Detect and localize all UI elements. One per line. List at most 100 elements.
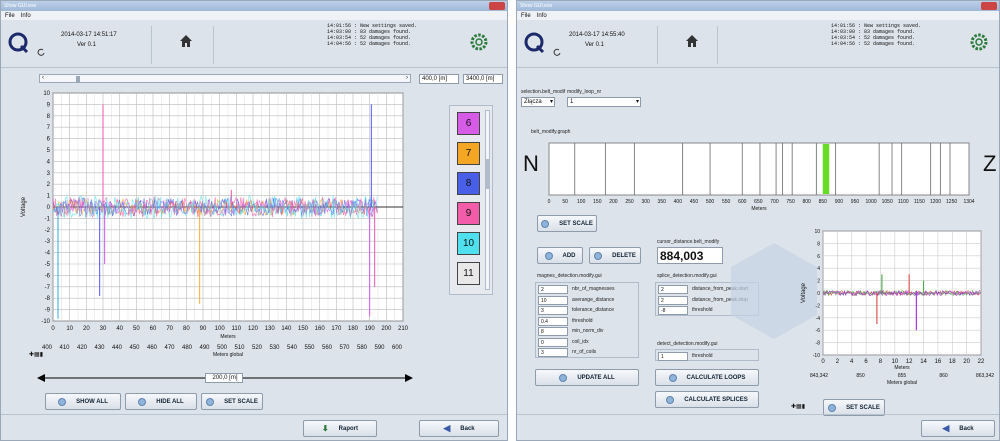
right-menu-info[interactable]: Info xyxy=(537,13,547,19)
channel-button-8[interactable]: 8 xyxy=(457,172,480,195)
param-name: coil_idx xyxy=(572,338,589,345)
right-window: Show GUI.exe File Info 2014-03-17 14:55:… xyxy=(516,0,1000,441)
y-tick-label: 4 xyxy=(47,159,51,165)
right-window-title: Show GUI.exe xyxy=(520,3,553,9)
hide-all-button[interactable]: HIDE ALL xyxy=(125,393,197,410)
param-value-field[interactable]: 0.4 xyxy=(538,316,568,326)
home-icon[interactable] xyxy=(685,34,699,48)
button-icon xyxy=(544,251,553,260)
width-field[interactable]: 200,0 [m] xyxy=(205,373,243,383)
left-menu-info[interactable]: Info xyxy=(21,13,31,19)
range-right-field[interactable]: 3400,0 [m] xyxy=(463,74,503,84)
update-all-button[interactable]: UPDATE ALL xyxy=(535,369,639,386)
button-icon xyxy=(138,397,147,406)
x-tick-label: 80 xyxy=(183,326,190,332)
raport-button[interactable]: ⬇ Raport xyxy=(303,420,377,437)
param-name: min_norm_div xyxy=(572,328,604,334)
param-value-field[interactable]: 0 xyxy=(538,337,568,347)
belt-tick-label: 350 xyxy=(658,199,667,205)
x-tick-label: 150 xyxy=(298,326,309,332)
param-value-field[interactable]: -8 xyxy=(658,306,688,315)
delete-button[interactable]: DELETE xyxy=(589,247,641,264)
cursor-distance-field[interactable]: 884,003 xyxy=(657,247,723,264)
magnes-title: magnes_detection.modify.gui xyxy=(537,273,602,279)
add-button[interactable]: ADD xyxy=(537,247,583,264)
left-header: 2014-03-17 14:51:17 Ver 0.1 14:01:56 : N… xyxy=(1,20,507,68)
param-value-field[interactable]: 10 xyxy=(538,295,568,305)
y-tick-label: 7 xyxy=(47,125,51,131)
param-name: nr_of_coils xyxy=(572,349,597,355)
logo-icon xyxy=(8,32,29,54)
global-tick-label: 863,342 xyxy=(976,373,994,379)
home-icon[interactable] xyxy=(179,34,193,48)
calculate-splices-button[interactable]: CALCULATE SPLICES xyxy=(655,391,759,408)
x-tick-label: 160 xyxy=(315,326,326,332)
x2-tick-label: 430 xyxy=(94,345,105,351)
x2-tick-label: 440 xyxy=(112,345,123,351)
magnes-params: 2 nbr_of_magnesses 10 averange_distance 3 tol… xyxy=(535,282,639,358)
channel-button-6[interactable]: 6 xyxy=(457,112,480,135)
gear-icon[interactable] xyxy=(469,32,489,52)
selection-belt-value: Złącza xyxy=(524,99,542,105)
slider-right-arrow[interactable]: › xyxy=(406,75,408,81)
show-all-button[interactable]: SHOW ALL xyxy=(45,393,121,410)
event-log: 14:01:56 : New settings saved. 14:03:00 … xyxy=(327,23,418,47)
refresh-icon[interactable] xyxy=(553,48,561,56)
selection-belt-select[interactable]: Złącza ▾ xyxy=(521,97,555,107)
x2-tick-label: 450 xyxy=(129,345,140,351)
left-close-button[interactable] xyxy=(489,2,505,10)
cursor-distance-label: cursor_distance.belt_modify xyxy=(657,239,720,245)
belt-tick-label: 1200 xyxy=(930,199,941,205)
belt-tick-label: 950 xyxy=(851,199,860,205)
x-tick-label: 120 xyxy=(248,326,259,332)
channel-button-9[interactable]: 9 xyxy=(457,202,480,225)
channel-button-11[interactable]: 11 xyxy=(457,262,480,285)
belt-tick-label: 250 xyxy=(625,199,634,205)
range-slider[interactable]: ‹ › xyxy=(39,74,411,83)
back-button[interactable]: ◀ Back xyxy=(419,420,499,437)
slider-left-arrow[interactable]: ‹ xyxy=(42,75,44,81)
channel-button-10[interactable]: 10 xyxy=(457,232,480,255)
version-label: Ver 0.1 xyxy=(585,42,605,48)
slider-thumb[interactable] xyxy=(76,76,80,82)
calculate-loops-label: CALCULATE LOOPS xyxy=(686,374,746,381)
y-tick-label: -6 xyxy=(45,273,51,279)
chart-tools[interactable]: ✚▦▮ xyxy=(29,351,53,359)
channel-button-7[interactable]: 7 xyxy=(457,142,480,165)
datetime-label: 2014-03-17 14:55:40 xyxy=(569,32,625,38)
gear-icon[interactable] xyxy=(969,32,989,52)
channel-scrollbar[interactable] xyxy=(485,110,490,290)
param-value-field[interactable]: 3 xyxy=(538,348,568,357)
belt-tick-label: 50 xyxy=(562,199,568,205)
back-button[interactable]: ◀ Back xyxy=(921,420,995,437)
right-close-button[interactable] xyxy=(981,2,997,10)
y-tick-label: 6 xyxy=(47,137,51,143)
param-value-field[interactable]: 2 xyxy=(538,285,568,294)
right-menu-file[interactable]: File xyxy=(521,13,531,19)
raport-icon: ⬇ xyxy=(321,424,329,433)
modify-loop-select[interactable]: 1 ▾ xyxy=(567,97,641,107)
scroll-thumb[interactable] xyxy=(486,159,489,189)
x2-tick-label: 460 xyxy=(147,345,158,351)
refresh-icon[interactable] xyxy=(37,48,45,56)
param-value-field[interactable]: 8 xyxy=(538,327,568,336)
left-menu-file[interactable]: File xyxy=(5,13,15,19)
x2-tick-label: 600 xyxy=(392,345,403,351)
x2-tick-label: 510 xyxy=(234,345,245,351)
param-value-field[interactable]: 3 xyxy=(538,306,568,315)
range-left-field[interactable]: 400,0 [m] xyxy=(419,74,459,84)
param-value-field[interactable]: 1 xyxy=(658,352,688,361)
x2-tick-label: 410 xyxy=(59,345,70,351)
chart-tools[interactable]: ✚▦▮ xyxy=(791,403,815,411)
belt-tick-label: 1050 xyxy=(882,199,893,205)
param-value-field[interactable]: 2 xyxy=(658,285,688,294)
set-scale-button[interactable]: SET SCALE xyxy=(201,393,263,410)
param-value-field[interactable]: 2 xyxy=(658,295,688,305)
back-label: Back xyxy=(959,425,974,432)
button-icon xyxy=(666,395,675,404)
x2-tick-label: 480 xyxy=(182,345,193,351)
calculate-loops-button[interactable]: CALCULATE LOOPS xyxy=(655,369,759,386)
chevron-down-icon: ▾ xyxy=(635,99,639,105)
set-scale-top-button[interactable]: SET SCALE xyxy=(537,215,597,232)
x-tick-label: 170 xyxy=(331,326,342,332)
